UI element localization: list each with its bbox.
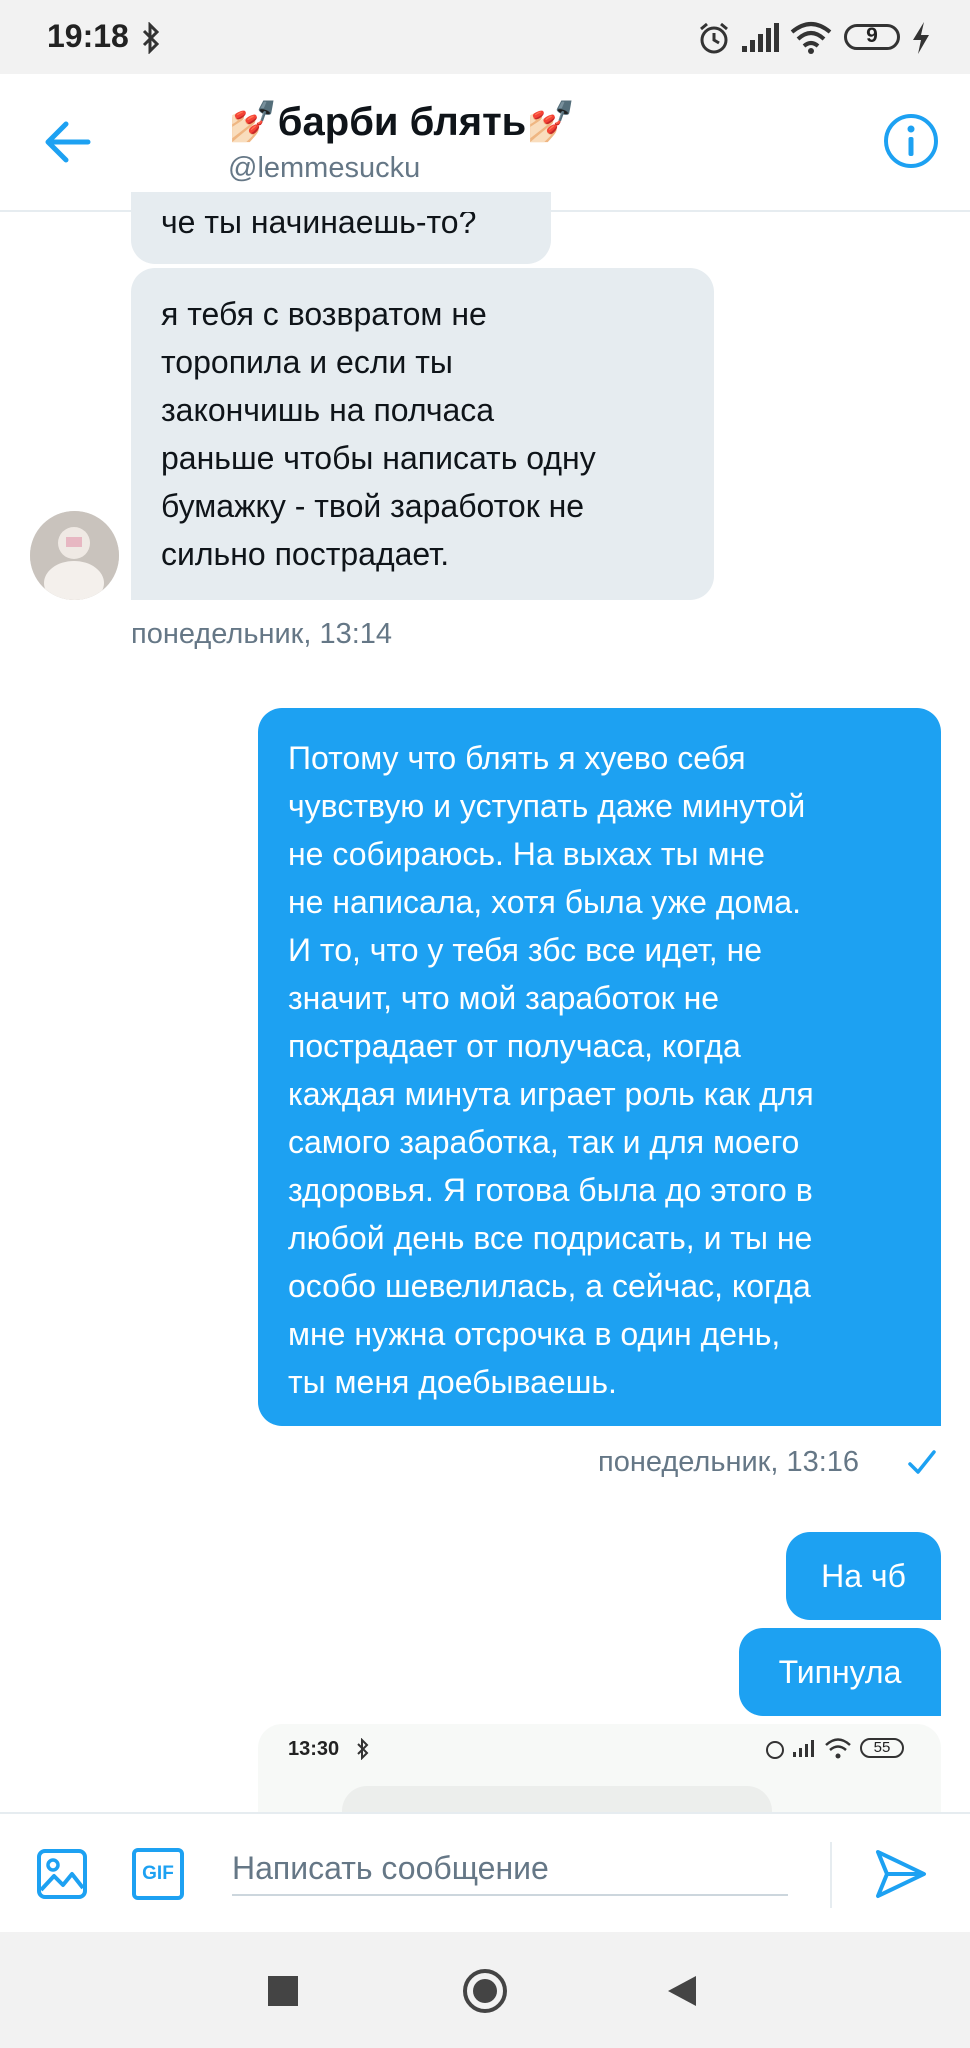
message-line: чувствую и уступать даже минутой bbox=[288, 788, 806, 824]
message-line: не написала, хотя была уже дома. bbox=[288, 884, 801, 920]
info-icon[interactable] bbox=[882, 112, 940, 170]
image-icon[interactable] bbox=[36, 1848, 88, 1900]
message-line: закончишь на полчаса bbox=[161, 392, 495, 428]
home-button[interactable] bbox=[463, 1969, 507, 2013]
message-text: Типнула bbox=[778, 1654, 902, 1690]
message-text: че ты начинаешь-то? bbox=[161, 204, 477, 240]
message-line: особо шевелилась, а сейчас, когда bbox=[288, 1268, 811, 1304]
message-timestamp: понедельник, 13:16 bbox=[598, 1446, 860, 1478]
sent-check-icon bbox=[908, 1450, 936, 1474]
preview-wifi-icon bbox=[825, 1738, 851, 1759]
avatar[interactable] bbox=[30, 511, 119, 600]
message-line: И то, что у тебя збс все идет, не bbox=[288, 932, 763, 968]
preview-bluetooth-icon bbox=[357, 1738, 369, 1760]
message-line: самого заработка, так и для моего bbox=[288, 1124, 800, 1160]
message-line: пострадает от получаса, когда bbox=[288, 1028, 741, 1064]
message-line: ты меня доебываешь. bbox=[288, 1364, 617, 1400]
message-line: Потому что блять я хуево себя bbox=[288, 740, 746, 776]
status-bar: 19:18 9 bbox=[0, 0, 970, 74]
message-bubble-received[interactable]: я тебя с возвратом не торопила и если ты… bbox=[131, 268, 714, 600]
message-line: каждая минута играет роль как для bbox=[288, 1076, 814, 1112]
message-input[interactable] bbox=[232, 1842, 788, 1896]
gif-button[interactable]: GIF bbox=[132, 1848, 184, 1900]
preview-alarm-icon bbox=[766, 1741, 784, 1759]
preview-battery-icon: 55 bbox=[860, 1738, 904, 1758]
preview-search-bar bbox=[342, 1786, 772, 1812]
battery-icon: 9 bbox=[844, 24, 900, 50]
message-line: я тебя с возвратом не bbox=[161, 296, 487, 332]
bluetooth-icon bbox=[142, 22, 160, 54]
message-bubble-sent[interactable]: На чб bbox=[786, 1532, 941, 1620]
wifi-icon bbox=[790, 22, 832, 54]
message-timestamp: понедельник, 13:14 bbox=[131, 618, 393, 650]
conversation-handle: @lemmesucku bbox=[228, 152, 421, 184]
preview-status-time: 13:30 bbox=[288, 1738, 340, 1760]
message-line: не собираюсь. На выхах ты мне bbox=[288, 836, 765, 872]
message-line: мне нужна отсрочка в один день, bbox=[288, 1316, 781, 1352]
system-navigation-bar bbox=[0, 1932, 970, 2048]
back-arrow-icon[interactable] bbox=[44, 120, 92, 164]
message-composer: GIF bbox=[0, 1812, 970, 1934]
alarm-icon bbox=[700, 22, 728, 54]
message-line: здоровья. Я готова была до этого в bbox=[288, 1172, 813, 1208]
back-button[interactable] bbox=[666, 1974, 698, 2008]
message-line: значит, что мой заработок не bbox=[288, 980, 720, 1016]
header-divider bbox=[0, 210, 970, 212]
recents-button[interactable] bbox=[268, 1976, 298, 2006]
message-line: раньше чтобы написать одну bbox=[161, 440, 596, 476]
conversation-title: 💅🏻барби блять💅🏻 bbox=[228, 100, 577, 144]
message-bubble-sent[interactable]: Типнула bbox=[739, 1628, 941, 1716]
battery-level: 9 bbox=[866, 24, 878, 47]
message-text: На чб bbox=[821, 1558, 906, 1594]
status-time: 19:18 bbox=[47, 18, 129, 54]
signal-icon bbox=[742, 23, 779, 52]
message-line: любой день все подрисать, и ты не bbox=[288, 1220, 813, 1256]
charging-icon bbox=[913, 22, 929, 54]
composer-divider bbox=[830, 1842, 832, 1908]
message-bubble-sent[interactable]: Потому что блять я хуево себя чувствую и… bbox=[258, 708, 941, 1426]
attached-image-preview[interactable]: 13:30 55 bbox=[258, 1724, 941, 1812]
message-line: торопила и если ты bbox=[161, 344, 453, 380]
message-line: сильно пострадает. bbox=[161, 536, 450, 572]
message-line: бумажку - твой заработок не bbox=[161, 488, 585, 524]
send-icon[interactable] bbox=[874, 1848, 928, 1900]
message-bubble-received[interactable]: че ты начинаешь-то? bbox=[131, 192, 551, 264]
preview-signal-icon bbox=[793, 1740, 814, 1757]
